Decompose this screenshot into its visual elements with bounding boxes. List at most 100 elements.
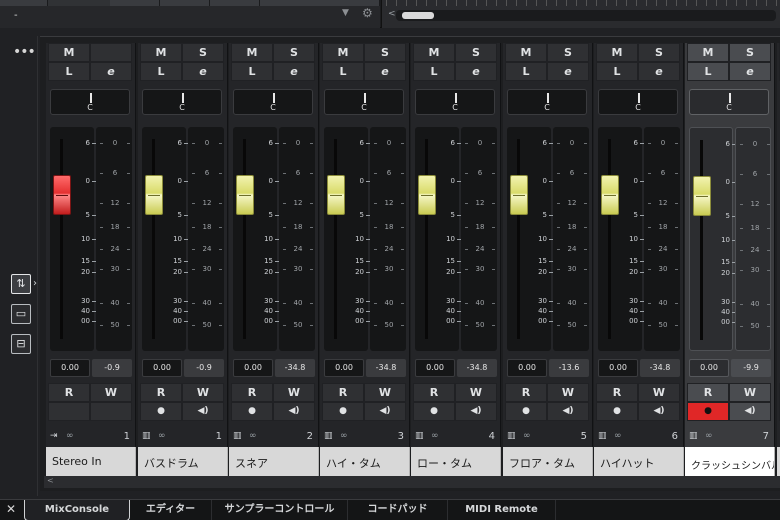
solo-button[interactable]: S [638, 43, 680, 62]
listen-button[interactable]: L [596, 62, 638, 81]
fader-handle[interactable] [601, 175, 619, 215]
link-icon[interactable]: ∞ [705, 431, 713, 441]
link-icon[interactable]: ∞ [614, 431, 622, 441]
tab-chord-pads[interactable]: コードパッド [348, 500, 448, 520]
peak-value[interactable]: -34.8 [640, 359, 680, 377]
solo-button[interactable]: S [364, 43, 406, 62]
volume-value[interactable]: 0.00 [324, 359, 364, 377]
mute-button[interactable]: M [413, 43, 455, 62]
write-button[interactable]: W [182, 383, 224, 402]
mute-button[interactable]: M [48, 43, 90, 62]
volume-value[interactable]: 0.00 [50, 359, 90, 377]
mute-button[interactable]: M [687, 43, 729, 62]
scroll-left-icon[interactable]: < [388, 9, 396, 19]
listen-button[interactable]: L [140, 62, 182, 81]
read-button[interactable]: R [140, 383, 182, 402]
peak-value[interactable]: -34.8 [457, 359, 497, 377]
fader-handle[interactable] [53, 175, 71, 215]
mute-button[interactable]: M [231, 43, 273, 62]
solo-button[interactable]: S [455, 43, 497, 62]
record-enable-button[interactable]: ● [413, 402, 455, 421]
record-enable-button[interactable]: ● [505, 402, 547, 421]
channel-strip-hi-tom[interactable]: M S L e C 6 0 5 10 15 20 30 40 00 0 6 12 18 24 30 40 50… [320, 43, 410, 485]
edit-channel-button[interactable]: e [455, 62, 497, 81]
peak-value[interactable]: -34.8 [366, 359, 406, 377]
read-button[interactable]: R [413, 383, 455, 402]
monitor-button[interactable]: ◀) [638, 402, 680, 421]
ribbon-segment[interactable] [0, 0, 48, 6]
volume-value[interactable]: 0.00 [598, 359, 638, 377]
pan-control[interactable]: C [689, 89, 769, 115]
edit-channel-button[interactable]: e [729, 62, 771, 81]
monitor-button[interactable]: ◀) [455, 402, 497, 421]
monitor-button[interactable]: ◀) [364, 402, 406, 421]
monitor-button[interactable]: ◀) [273, 402, 315, 421]
read-button[interactable]: R [231, 383, 273, 402]
read-button[interactable]: R [48, 383, 90, 402]
record-enable-button[interactable]: ● [231, 402, 273, 421]
edit-channel-button[interactable]: e [547, 62, 589, 81]
edit-channel-button[interactable]: e [638, 62, 680, 81]
solo-button[interactable]: S [273, 43, 315, 62]
channel-strip-hi-hat[interactable]: M S L e C 6 0 5 10 15 20 30 40 00 0 6 12 18 24 30 40 50… [594, 43, 684, 485]
tab-mixconsole[interactable]: MixConsole [24, 500, 130, 520]
edit-channel-button[interactable]: e [364, 62, 406, 81]
fader-handle[interactable] [693, 176, 711, 216]
peak-value[interactable]: -0.9 [92, 359, 132, 377]
peak-value[interactable]: -13.6 [549, 359, 589, 377]
fader-handle[interactable] [510, 175, 528, 215]
write-button[interactable]: W [90, 383, 132, 402]
record-enable-button[interactable]: ● [140, 402, 182, 421]
volume-value[interactable]: 0.00 [142, 359, 182, 377]
fader-handle[interactable] [327, 175, 345, 215]
fader-view-icon[interactable]: ⇅ [11, 274, 31, 294]
channel-strip-low-tom[interactable]: M S L e C 6 0 5 10 15 20 30 40 00 0 6 12 18 24 30 40 50… [411, 43, 501, 485]
pan-control[interactable]: C [50, 89, 130, 115]
gear-icon[interactable]: ⚙ [362, 6, 373, 20]
tab-sampler-control[interactable]: サンプラーコントロール [212, 500, 348, 520]
write-button[interactable]: W [273, 383, 315, 402]
ribbon-segment[interactable] [110, 0, 160, 6]
tab-midi-remote[interactable]: MIDI Remote [448, 500, 556, 520]
link-icon[interactable]: ∞ [158, 431, 166, 441]
pan-control[interactable]: C [324, 89, 404, 115]
expand-arrow-icon[interactable]: › [33, 278, 37, 289]
pan-control[interactable]: C [507, 89, 587, 115]
volume-value[interactable]: 0.00 [689, 359, 729, 377]
pan-control[interactable]: C [415, 89, 495, 115]
pan-control[interactable]: C [598, 89, 678, 115]
link-icon[interactable]: ∞ [249, 431, 257, 441]
channel-strip-floor-tom[interactable]: M S L e C 6 0 5 10 15 20 30 40 00 0 6 12 18 24 30 40 50… [503, 43, 593, 485]
fader-handle[interactable] [418, 175, 436, 215]
mute-button[interactable]: M [596, 43, 638, 62]
ribbon-segment[interactable] [160, 0, 210, 6]
write-button[interactable]: W [455, 383, 497, 402]
close-icon[interactable]: ✕ [6, 502, 16, 516]
listen-button[interactable]: L [413, 62, 455, 81]
solo-button[interactable]: S [729, 43, 771, 62]
volume-value[interactable]: 0.00 [507, 359, 547, 377]
fader-handle[interactable] [236, 175, 254, 215]
edit-channel-button[interactable]: e [182, 62, 224, 81]
volume-value[interactable]: 0.00 [415, 359, 455, 377]
monitor-button[interactable]: ◀) [182, 402, 224, 421]
listen-button[interactable]: L [231, 62, 273, 81]
read-button[interactable]: R [322, 383, 364, 402]
channel-strip-snare[interactable]: M S L e C 6 0 5 10 15 20 30 40 00 0 6 12 18 24 30 40 50… [229, 43, 319, 485]
solo-button[interactable]: S [182, 43, 224, 62]
channel-view-icon[interactable]: ▭ [11, 304, 31, 324]
write-button[interactable]: W [729, 383, 771, 402]
edit-channel-button[interactable]: e [90, 62, 132, 81]
mute-button[interactable]: M [322, 43, 364, 62]
peak-value[interactable]: -0.9 [184, 359, 224, 377]
mute-button[interactable]: M [505, 43, 547, 62]
peak-value[interactable]: -34.8 [275, 359, 315, 377]
volume-value[interactable]: 0.00 [233, 359, 273, 377]
monitor-button[interactable] [90, 402, 132, 421]
write-button[interactable]: W [638, 383, 680, 402]
write-button[interactable]: W [364, 383, 406, 402]
channel-strip-bass-drum[interactable]: M S L e C 6 0 5 10 15 20 30 40 00 0 6 12 18 24 30 40 50… [138, 43, 228, 485]
link-icon[interactable]: ∞ [431, 431, 439, 441]
horizontal-scrollbar[interactable] [396, 10, 776, 21]
triangle-down-icon[interactable]: ▼ [342, 8, 349, 18]
